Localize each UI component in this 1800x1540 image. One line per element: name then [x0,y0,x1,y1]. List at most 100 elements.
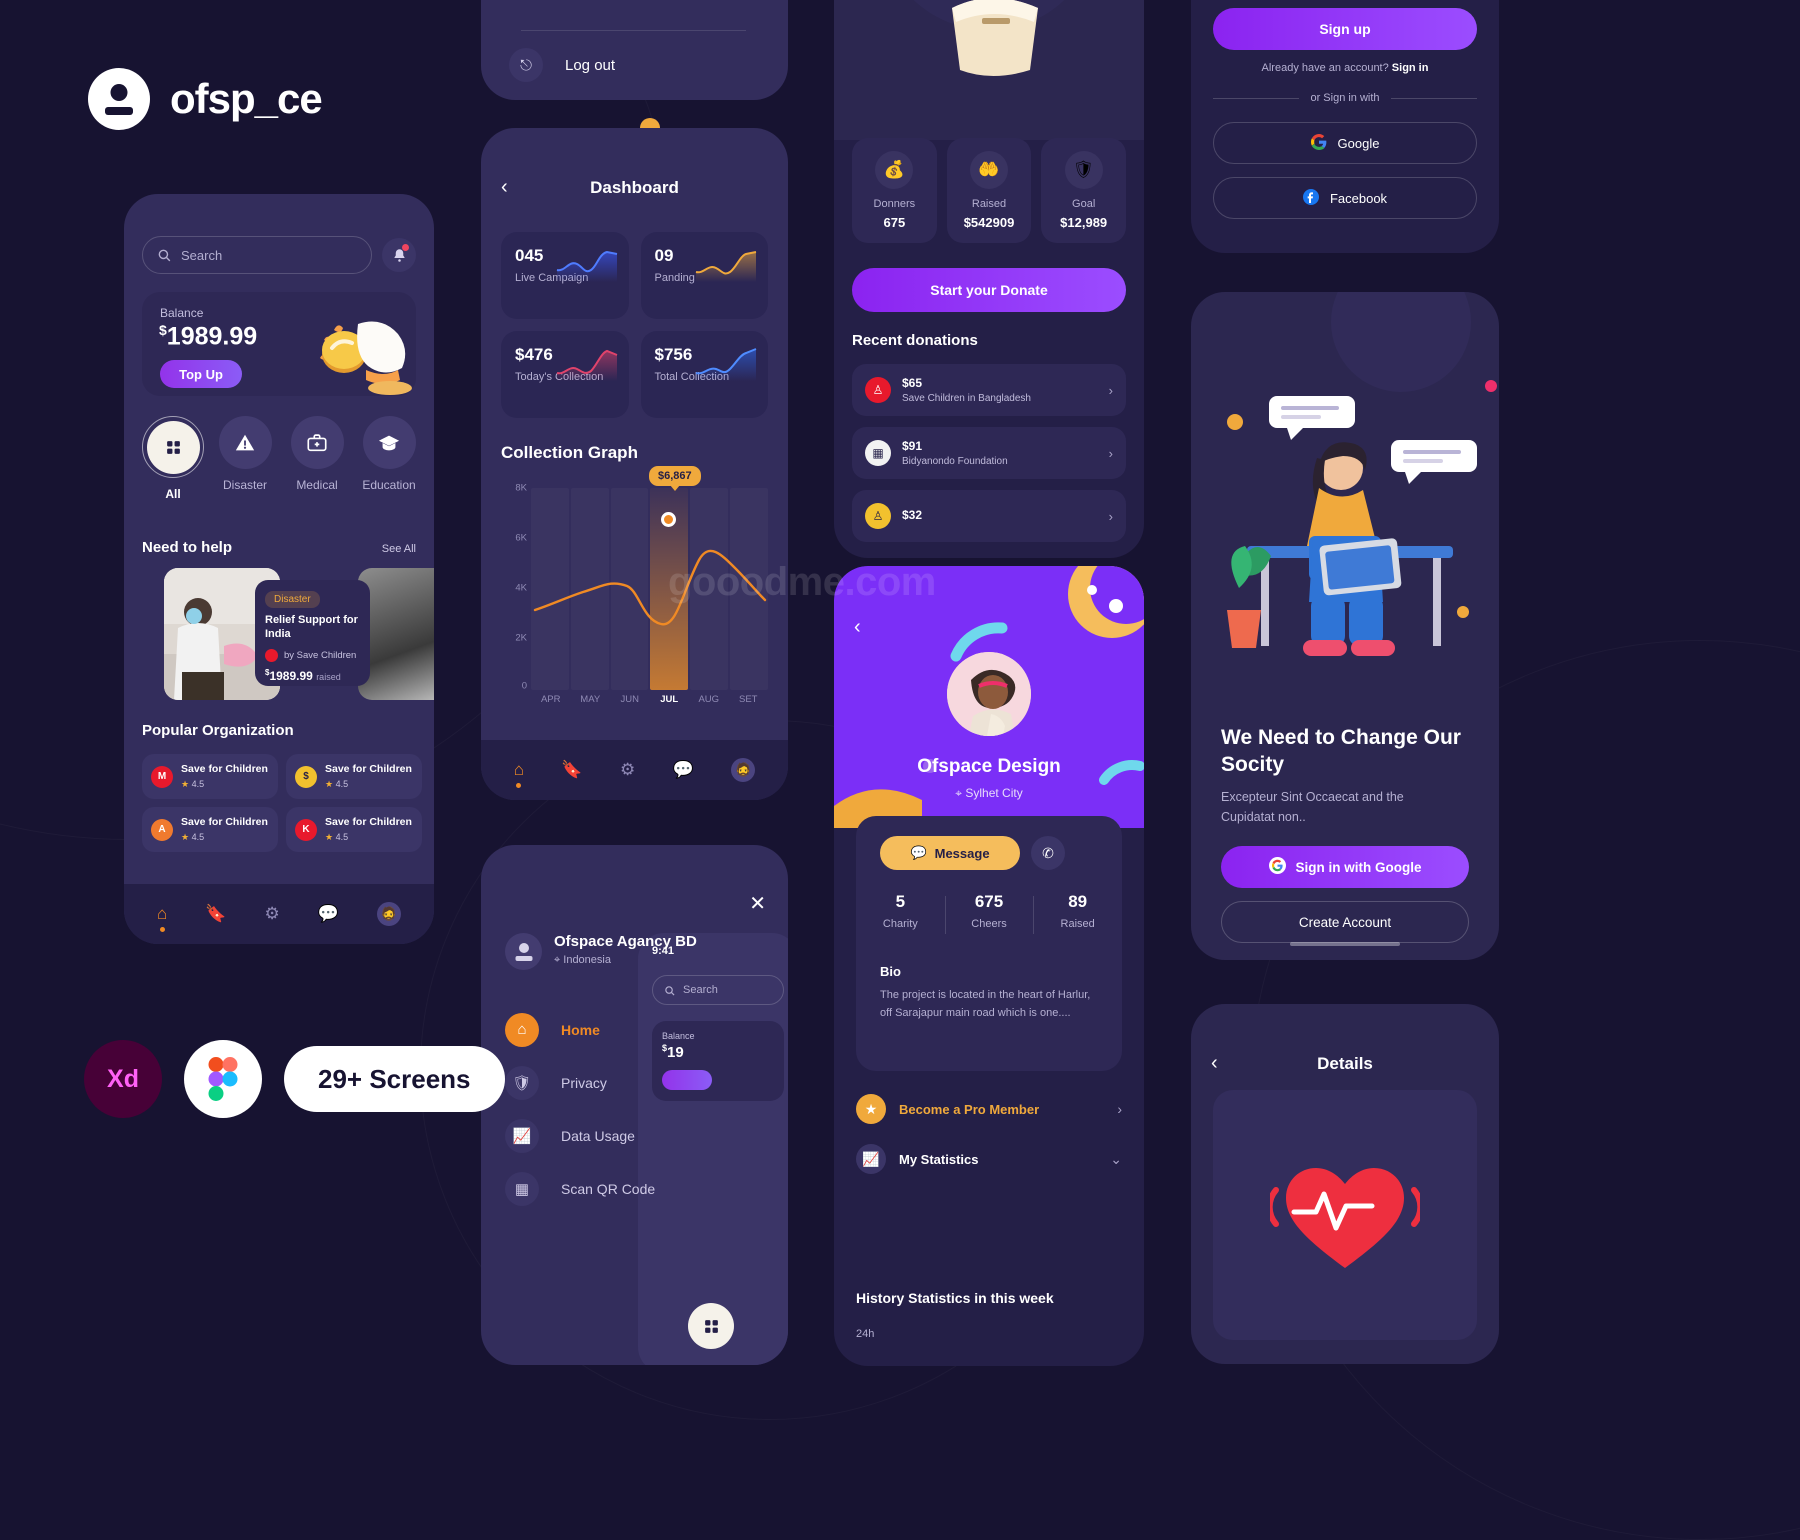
message-button[interactable]: 💬 Message [880,836,1020,870]
phone-icon[interactable]: ✆ [1031,836,1065,870]
category-all[interactable]: All [142,416,204,501]
list-item[interactable]: ▦ $91 Bidyanondo Foundation › [852,427,1126,479]
create-account-button[interactable]: Create Account [1221,901,1469,943]
canvas: ofsp_ce Search Balance $1989.99 Top Up A… [0,0,1800,1366]
menu-item-data-usage[interactable]: 📈 Data Usage [505,1109,685,1162]
x-tick: JUN [620,694,639,705]
close-icon[interactable]: ✕ [749,891,766,916]
chevron-right-icon: › [1108,508,1113,524]
tab-settings[interactable]: ⚙ [620,760,635,780]
stat-goal: 🛡 Goal $12,989 [1041,138,1127,243]
dashboard-stats: 045 Live Campaign 09 Panding $476 Today'… [501,232,768,418]
coin-hand-illustration [320,321,412,395]
y-tick: 6K [515,532,527,544]
google-icon [1310,133,1327,153]
list-item[interactable]: $ Save for Children ★ 4.5 [286,754,422,799]
stat-value: 5 [895,892,906,911]
org-rating: ★ 4.5 [181,778,205,789]
balance-value: 1989.99 [166,322,258,351]
profile-name: Ofspace Design [917,756,1061,777]
list-item[interactable]: ♙ $32 › [852,490,1126,542]
chat-bubble-icon: 💬 [910,845,927,860]
tab-bookmark[interactable]: 🔖 [205,904,226,924]
tab-profile[interactable]: 🧔 [376,902,401,926]
google-signin-button[interactable]: Sign in with Google [1221,846,1469,888]
tab-home[interactable]: ⌂ [514,760,524,788]
donation-name: Save Children in Bangladesh [902,393,1031,404]
hand-heart-icon: 🤲 [970,151,1008,189]
list-item[interactable]: K Save for Children ★ 4.5 [286,807,422,852]
donation-amount: $65 [902,376,923,390]
donation-amount: $32 [902,507,923,522]
my-statistics-row[interactable]: 📈 My Statistics ⌄ [856,1144,1122,1174]
home-indicator [1290,942,1400,946]
category-education[interactable]: Education [358,416,420,501]
start-donate-button[interactable]: Start your Donate [852,268,1126,312]
chart-tooltip: $6,867 [649,466,701,486]
profile-location: ⌖ Sylhet City [834,786,1144,801]
topup-button[interactable]: Top Up [160,360,242,388]
chevron-right-icon: › [1117,1101,1122,1117]
search-input[interactable]: Search [142,236,372,274]
campaign-raised: $1989.99 raised [265,668,360,683]
stat-label: Raised [971,198,1007,210]
logout-label: Log out [565,56,616,74]
tab-chat[interactable]: 💬 [673,760,694,780]
google-label: Google [1337,135,1380,151]
stat-card[interactable]: $476 Today's Collection [501,331,629,418]
tab-chat[interactable]: 💬 [318,904,339,924]
campaign-card[interactable]: Disaster Relief Support for India by Sav… [255,580,370,686]
pro-member-row[interactable]: ★ Become a Pro Member › [856,1094,1122,1124]
screen-details: ‹ Details [1191,1004,1499,1364]
medical-kit-icon [290,416,344,469]
organization-grid: M Save for Children ★ 4.5 $ Save for Chil… [142,754,422,852]
stat-card[interactable]: 09 Panding [640,232,768,319]
drawer-menu: ⌂ Home 🛡 Privacy 📈 Data Usage ▦ Scan QR … [505,1003,685,1215]
tab-bookmark[interactable]: 🔖 [561,760,582,780]
menu-item-privacy[interactable]: 🛡 Privacy [505,1056,685,1109]
avatar-icon: 🧔 [731,758,756,782]
stat-label: Charity [882,918,918,930]
category-disaster[interactable]: Disaster [214,416,276,501]
chart-datapoint[interactable] [661,512,676,527]
preview-search-input[interactable]: Search [652,975,784,1005]
list-item[interactable]: M Save for Children ★ 4.5 [142,754,278,799]
stat-card[interactable]: $756 Total Collection [640,331,768,418]
balance-label: Balance [160,306,204,320]
logout-row[interactable]: ⎋ Log out [509,48,615,82]
x-tick-active: JUL [660,694,679,705]
chevron-left-icon[interactable]: ‹ [854,616,861,639]
donate-stats: 💰 Donners 675 🤲 Raised $542909 🛡 Goal $1… [852,138,1127,243]
star-icon: ★ [856,1094,886,1124]
page-title: Dashboard [590,178,679,197]
active-ring [142,416,204,478]
menu-item-scan-qr[interactable]: ▦ Scan QR Code [505,1162,685,1215]
signup-button[interactable]: Sign up [1213,8,1477,50]
org-avatar: A [151,818,173,841]
signin-link[interactable]: Sign in [1392,62,1429,74]
tab-profile[interactable]: 🧔 [731,758,756,782]
facebook-signin-button[interactable]: Facebook [1213,177,1477,219]
screen-onboarding: We Need to Change Our Socity Excepteur S… [1191,292,1499,960]
category-medical[interactable]: Medical [286,416,348,501]
chevron-down-icon: ⌄ [1110,1150,1122,1167]
campaign-by: by Save Children [284,649,357,661]
list-item[interactable]: ♙ $65 Save Children in Bangladesh › [852,364,1126,416]
google-signin-button[interactable]: Google [1213,122,1477,164]
drawer-profile-location: ⌖ Indonesia [554,954,697,967]
list-item[interactable]: A Save for Children ★ 4.5 [142,807,278,852]
x-tick: AUG [698,694,720,705]
google-signin-label: Sign in with Google [1295,859,1422,875]
bell-icon[interactable] [382,238,416,272]
stat-card[interactable]: 045 Live Campaign [501,232,629,319]
see-all-link[interactable]: See All [382,543,416,555]
profile-card: 💬 Message ✆ 5 Charity 675 Cheers 89 Rais… [856,816,1122,1071]
or-divider: or Sign in with [1213,92,1477,104]
donation-avatar: ♙ [865,503,891,529]
activity-icon: 📈 [505,1118,539,1153]
tab-home[interactable]: ⌂ [157,904,167,932]
stat-label: Donners [873,198,916,210]
menu-item-home[interactable]: ⌂ Home [505,1003,685,1056]
brand-logo: ofsp_ce [88,68,323,130]
tab-settings[interactable]: ⚙ [264,904,279,924]
